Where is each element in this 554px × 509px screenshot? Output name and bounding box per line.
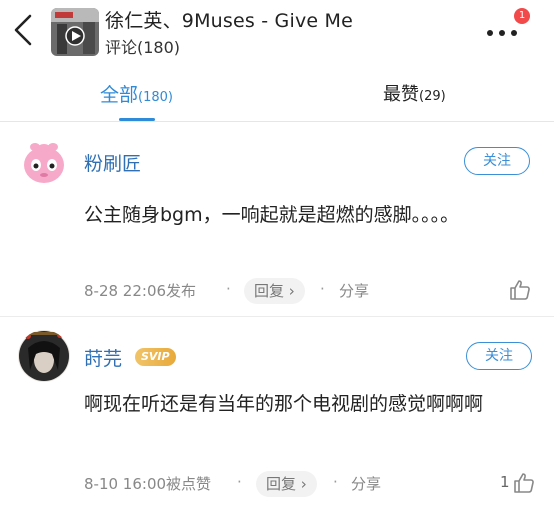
username[interactable]: 莳芫 [84,344,122,371]
like-button[interactable] [512,471,536,495]
comment-tabs: 全部(180) 最赞(29) [0,62,554,122]
comment-text: 啊现在听还是有当年的那个电视剧的感觉啊啊啊 [84,393,484,415]
like-button[interactable] [508,278,532,302]
thumbs-up-icon [510,280,530,300]
back-button[interactable] [6,8,42,52]
avatar[interactable] [18,135,70,187]
like-count: 1 [500,473,510,491]
comment-time: 8-28 22:06发布 [84,282,197,300]
tab-all-count: (180) [138,90,173,105]
active-tab-indicator [119,118,155,121]
tab-top-count: (29) [419,89,446,104]
comment-time: 8-10 16:00被点赞 [84,475,212,493]
follow-button[interactable]: 关注 [464,147,530,175]
song-title: 徐仁英、9Muses - Give Me [105,10,354,32]
separator-dot: · [237,473,242,491]
reply-button[interactable]: 回复 › [256,471,317,497]
follow-button[interactable]: 关注 [466,342,532,370]
share-button[interactable]: 分享 [339,280,369,301]
tab-top[interactable]: 最赞(29) [383,80,446,106]
album-thumbnail[interactable] [51,8,99,56]
chevron-left-icon [14,14,32,46]
avatar[interactable] [18,330,70,382]
notification-badge: 1 [514,8,530,24]
thumbs-up-icon [514,473,534,493]
username[interactable]: 粉刷匠 [84,149,141,176]
share-button[interactable]: 分享 [351,473,381,494]
reply-button[interactable]: 回复 › [244,278,305,304]
comment-item: 莳芫 SVIP 关注 啊现在听还是有当年的那个电视剧的感觉啊啊啊 8-10 16… [0,318,554,509]
svip-badge: SVIP [135,348,176,366]
tab-all[interactable]: 全部(180) [100,80,173,107]
separator-dot: · [226,280,231,298]
top-bar: 徐仁英、9Muses - Give Me 评论(180) 1 [0,0,554,62]
comment-item: 粉刷匠 关注 公主随身bgm，一响起就是超燃的感脚。。。。 8-28 22:06… [0,123,554,317]
tab-top-label: 最赞 [383,84,419,105]
tab-all-label: 全部 [100,84,139,106]
separator-dot: · [320,280,325,298]
separator-dot: · [333,473,338,491]
comment-text: 公主随身bgm，一响起就是超燃的感脚。。。。 [84,204,460,226]
comment-count-subtitle: 评论(180) [105,38,181,57]
